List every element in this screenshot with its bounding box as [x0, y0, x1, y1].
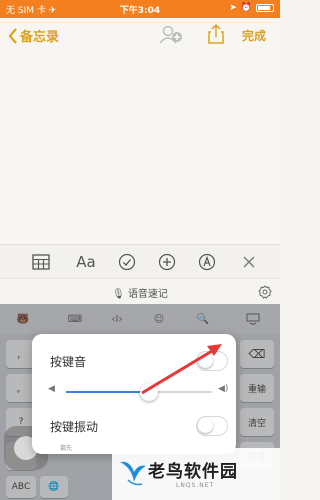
add-icon[interactable]	[156, 252, 178, 272]
note-editor[interactable]	[0, 52, 280, 244]
table-icon[interactable]	[30, 252, 52, 272]
watermark: 老鸟软件园 LNQS.NET	[112, 448, 280, 500]
key-sound-toggle[interactable]	[196, 351, 228, 371]
alarm-icon: ⏰	[240, 3, 252, 13]
share-icon[interactable]	[206, 24, 226, 44]
gear-icon[interactable]	[258, 285, 272, 299]
status-bar: 无 SIM 卡 ✈ 下午3:04 ➤ ⏰	[0, 0, 280, 18]
microphone-icon: 🎙	[112, 289, 125, 300]
nav-bar: 备忘录 完成	[0, 18, 280, 52]
battery-icon	[256, 4, 274, 12]
bird-logo-icon	[120, 461, 146, 486]
voice-note-label: 语音速记	[127, 289, 168, 300]
status-right: ➤ ⏰	[229, 3, 274, 13]
close-icon[interactable]	[240, 252, 258, 272]
text-style-button[interactable]: Aa	[72, 252, 100, 272]
volume-slider[interactable]	[66, 383, 212, 401]
key-vibration-toggle[interactable]	[196, 416, 228, 436]
dictation-bar: 🎙 语音速记	[0, 278, 280, 304]
keyboard-settings-popup: 按键音 ◀ ◀) 按键振动 篇先	[32, 334, 236, 454]
key-vibration-label: 按键振动	[50, 420, 99, 434]
volume-low-icon: ◀	[48, 384, 55, 394]
volume-slider-fill	[66, 391, 150, 393]
checklist-icon[interactable]	[116, 252, 138, 272]
volume-slider-thumb[interactable]	[140, 383, 159, 401]
watermark-site: LNQS.NET	[176, 482, 215, 489]
location-icon: ➤	[229, 3, 237, 13]
back-button[interactable]: 备忘录	[8, 26, 59, 45]
voice-note-button[interactable]: 🎙 语音速记	[0, 285, 280, 300]
key-sound-label: 按键音	[50, 355, 87, 369]
format-toolbar: Aa	[0, 244, 280, 278]
add-person-icon[interactable]	[158, 24, 184, 44]
chevron-left-icon	[8, 27, 17, 44]
volume-high-icon: ◀)	[218, 384, 229, 394]
markup-pen-icon[interactable]	[196, 252, 218, 272]
watermark-name: 老鸟软件园	[148, 462, 238, 482]
back-label: 备忘录	[20, 30, 60, 45]
popup-footer-text: 篇先	[60, 445, 73, 452]
done-button[interactable]: 完成	[242, 27, 266, 44]
